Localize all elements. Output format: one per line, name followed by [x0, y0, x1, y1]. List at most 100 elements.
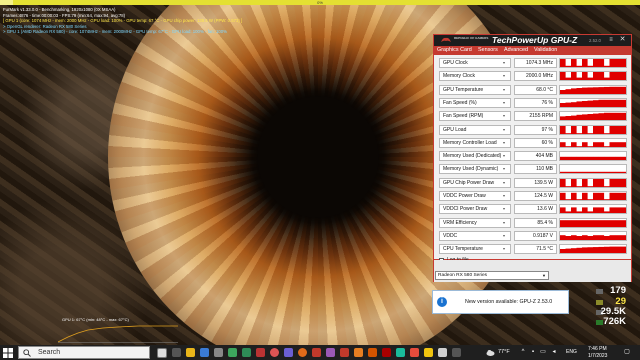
- sensor-graph: [559, 124, 627, 135]
- furmark-app-icon[interactable]: [354, 348, 363, 357]
- sensor-dropdown-icon[interactable]: ▾: [503, 233, 505, 238]
- sensor-name[interactable]: VDDC: [439, 230, 511, 241]
- update-notification[interactable]: i New version available: GPU-Z 2.53.0: [432, 290, 569, 314]
- sensor-graph-bar: [593, 125, 599, 134]
- app-icon[interactable]: [172, 348, 181, 357]
- sensor-name[interactable]: VDDCI Power Draw: [439, 204, 511, 215]
- tab-graphics-card[interactable]: Graphics Card: [437, 46, 472, 55]
- sensor-graph-bar: [576, 219, 583, 227]
- sensor-dropdown-icon[interactable]: ▾: [503, 220, 505, 225]
- sensor-graph-bar: [609, 172, 616, 174]
- sensor-graph-bar: [576, 235, 583, 240]
- sensor-graph-bar: [615, 219, 621, 227]
- sensor-graph-bar: [565, 219, 572, 227]
- app-icon[interactable]: [368, 348, 377, 357]
- sensor-graph-bar: [598, 178, 605, 187]
- sensor-name[interactable]: Fan Speed (%): [439, 97, 511, 108]
- task-view-icon[interactable]: [157, 348, 167, 358]
- sensor-name[interactable]: Memory Controller Load: [439, 137, 511, 148]
- sensor-graph-bar: [593, 59, 599, 67]
- weather-temperature[interactable]: 77°F: [498, 349, 510, 355]
- sensor-dropdown-icon[interactable]: ▾: [503, 60, 505, 65]
- language-indicator[interactable]: ENG: [566, 349, 577, 355]
- app-icon[interactable]: [256, 348, 265, 357]
- sensor-graph-bar: [560, 156, 566, 161]
- taskbar-search-box[interactable]: Search: [18, 346, 150, 359]
- app-icon[interactable]: [312, 348, 321, 357]
- gpuz-titlebar[interactable]: REPUBLIC OF GAMERS TechPowerUp GPU-Z 2.5…: [434, 35, 631, 46]
- app-icon[interactable]: [438, 348, 447, 357]
- sensor-graph-bar: [571, 178, 577, 187]
- sensor-graph-bar: [609, 207, 616, 214]
- sensor-dropdown-icon[interactable]: ▾: [503, 140, 505, 145]
- gpu-select-dropdown[interactable]: Radeon RX 580 Series ▼: [435, 271, 549, 280]
- app-icon[interactable]: [270, 348, 279, 357]
- notifications-icon[interactable]: ▢: [624, 349, 630, 355]
- sensor-dropdown-icon[interactable]: ▾: [503, 206, 505, 211]
- sensor-dropdown-icon[interactable]: ▾: [503, 166, 505, 171]
- sensor-dropdown-icon[interactable]: ▾: [503, 100, 505, 105]
- gpuz-app-icon[interactable]: [382, 348, 391, 357]
- sensor-dropdown-icon[interactable]: ▾: [503, 127, 505, 132]
- sensor-name[interactable]: GPU Temperature: [439, 84, 511, 95]
- sensor-dropdown-icon[interactable]: ▾: [503, 113, 505, 118]
- rog-app-icon[interactable]: [340, 348, 349, 357]
- app-icon[interactable]: [424, 348, 433, 357]
- sensor-name[interactable]: Fan Speed (RPM): [439, 111, 511, 122]
- tab-advanced[interactable]: Advanced: [504, 46, 528, 55]
- sensor-graph-bar: [609, 178, 616, 187]
- app-icon[interactable]: [452, 348, 461, 357]
- app-icon[interactable]: [410, 348, 419, 357]
- firefox-icon[interactable]: [298, 348, 307, 357]
- app-icon[interactable]: [396, 348, 405, 357]
- sensor-dropdown-icon[interactable]: ▾: [503, 87, 505, 92]
- sensor-graph-bar: [587, 235, 594, 240]
- clock-date[interactable]: 1/7/2023: [588, 353, 607, 359]
- app-icon[interactable]: [242, 348, 251, 357]
- sensor-graph-bar: [615, 86, 621, 94]
- app-icon[interactable]: [284, 348, 293, 357]
- sensor-name[interactable]: CPU Temperature: [439, 244, 511, 255]
- app-icon[interactable]: [214, 348, 223, 357]
- volume-icon[interactable]: ◂: [551, 349, 557, 355]
- file-explorer-icon[interactable]: [186, 348, 195, 357]
- tab-sensors[interactable]: Sensors: [478, 46, 498, 55]
- sensor-name[interactable]: Memory Used (Dedicated): [439, 151, 511, 162]
- sensor-value: 404 MB: [514, 151, 557, 162]
- sensor-dropdown-icon[interactable]: ▾: [503, 180, 505, 185]
- chevron-up-icon[interactable]: ^: [520, 349, 526, 355]
- sensor-dropdown-icon[interactable]: ▾: [503, 73, 505, 78]
- sensor-graph-bar: [565, 102, 572, 107]
- windows-start-icon[interactable]: [3, 348, 13, 358]
- sensor-graph-bar: [560, 72, 566, 81]
- sensor-graph-bar: [604, 132, 610, 134]
- network-icon[interactable]: ▭: [540, 349, 546, 355]
- app-icon[interactable]: [228, 348, 237, 357]
- sensor-name[interactable]: VRM Efficiency: [439, 217, 511, 228]
- sensor-dropdown-icon[interactable]: ▾: [503, 193, 505, 198]
- tray-app-icon[interactable]: ▪: [530, 349, 536, 355]
- sensor-graph-bar: [571, 156, 577, 161]
- sensor-name[interactable]: GPU Load: [439, 124, 511, 135]
- sensor-name[interactable]: VDDC Power Draw: [439, 191, 511, 201]
- clock-time[interactable]: 7:46 PM: [588, 346, 607, 352]
- rog-logo-icon: [441, 37, 451, 42]
- app-icon[interactable]: [326, 348, 335, 357]
- sensor-graph-bar: [620, 99, 626, 107]
- app-icon[interactable]: [200, 348, 209, 357]
- tab-validation[interactable]: Validation: [534, 46, 557, 55]
- osd-line: > GPU 1 (AMD Radeon RX 580) - core: 1074…: [3, 29, 227, 35]
- gpuz-menu-button[interactable]: ≡: [608, 37, 614, 43]
- gpuz-close-button[interactable]: ✕: [618, 36, 627, 44]
- sensor-dropdown-icon[interactable]: ▾: [503, 246, 505, 251]
- sensor-name[interactable]: Memory Used (Dynamic): [439, 164, 511, 175]
- sensor-name[interactable]: GPU Chip Power Draw: [439, 177, 511, 188]
- sensor-dropdown-icon[interactable]: ▾: [503, 153, 505, 158]
- sensor-name[interactable]: GPU Clock: [439, 58, 511, 68]
- sensor-graph-bar: [604, 145, 610, 147]
- sensor-graph-bar: [587, 199, 594, 200]
- sensor-name[interactable]: Memory Clock: [439, 71, 511, 82]
- sensor-graph-bar: [609, 86, 616, 94]
- weather-cloud-icon[interactable]: [486, 348, 495, 357]
- sensor-value: 110 MB: [514, 164, 557, 175]
